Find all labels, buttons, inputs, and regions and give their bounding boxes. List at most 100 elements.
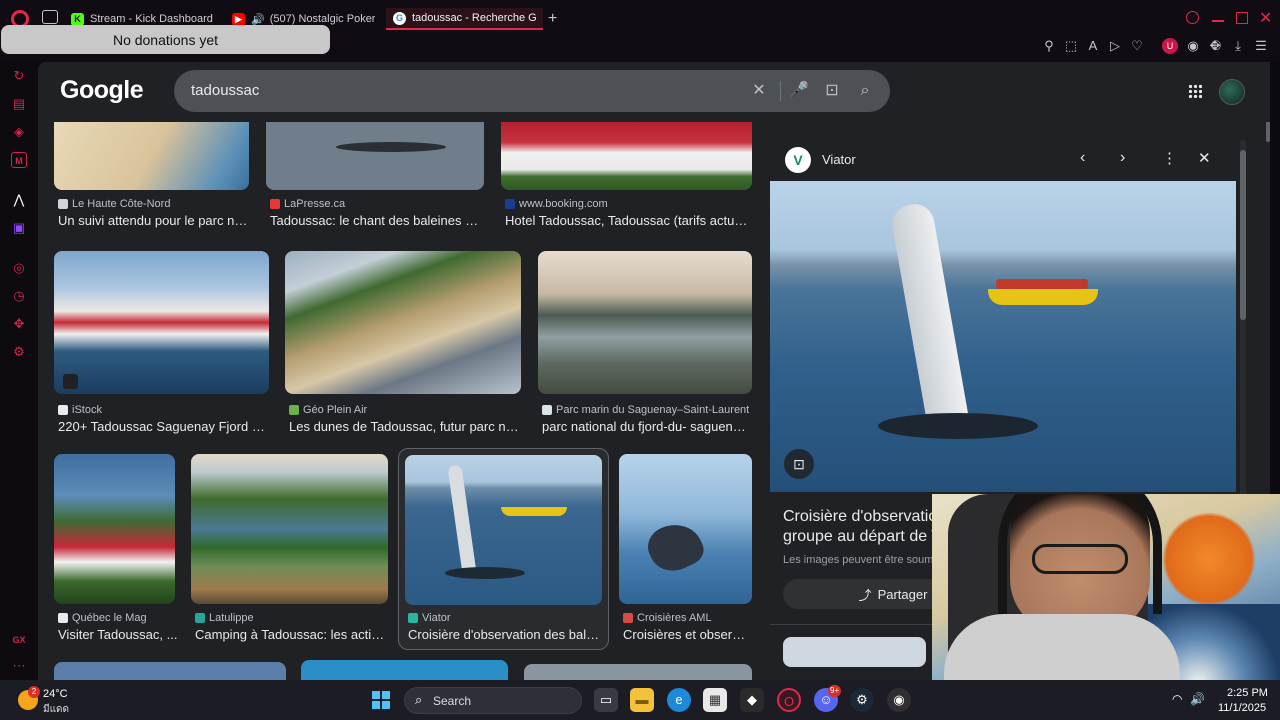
preview-image[interactable]: ⊡ (770, 181, 1236, 492)
panel-scrollbar-thumb[interactable] (1240, 150, 1246, 320)
site-icon (58, 613, 68, 623)
opera-gx-taskbar-icon[interactable]: O (777, 688, 801, 712)
result-title-2[interactable]: Hotel Tadoussac, Tadoussac (tarifs actua… (505, 213, 752, 228)
edge-icon[interactable]: e (667, 688, 691, 712)
result-image-1[interactable] (266, 122, 484, 190)
kick-icon: K (71, 12, 84, 26)
wifi-icon[interactable]: ◠ (1172, 692, 1182, 706)
tab-google-search[interactable]: G tadoussac - Recherche G (386, 8, 543, 30)
search-input[interactable]: tadoussac ✕ 🎤 ⊡ ⌕ (174, 70, 890, 112)
clear-icon[interactable]: ✕ (749, 81, 769, 101)
settings-icon[interactable]: ⚙ (11, 344, 27, 360)
related-image[interactable] (783, 637, 926, 667)
speaker-icon[interactable]: 🔊 (251, 13, 265, 26)
result-source-0[interactable]: Le Haute Côte-Nord (58, 198, 170, 210)
file-explorer-icon[interactable]: ▬ (630, 688, 654, 712)
pin-icon[interactable]: ⚲ (1041, 38, 1057, 54)
player-icon[interactable]: ◎ (11, 260, 27, 276)
result-title-5[interactable]: parc national du fjord-du- saguenay ... (542, 419, 752, 434)
new-tab-icon[interactable]: + (548, 10, 557, 28)
task-view-icon[interactable]: ▭ (594, 688, 618, 712)
ublock-icon[interactable]: U (1162, 38, 1178, 54)
result-title-3[interactable]: 220+ Tadoussac Saguenay Fjord Ca... (58, 419, 268, 434)
result-image-6[interactable] (54, 454, 175, 604)
result-source-9[interactable]: Croisières AML (623, 612, 712, 624)
search-query[interactable]: tadoussac (191, 82, 259, 99)
result-image-9[interactable] (619, 454, 752, 604)
result-image-2[interactable] (501, 122, 752, 190)
weather-condition[interactable]: มีแดด (43, 702, 69, 717)
result-source-7[interactable]: Latulippe (195, 612, 254, 624)
result-title-1[interactable]: Tadoussac: le chant des baleines | L... (270, 213, 480, 228)
result-image-7[interactable] (191, 454, 388, 604)
result-title-4[interactable]: Les dunes de Tadoussac, futur parc nati.… (289, 419, 519, 434)
close-icon[interactable]: ✕ (1198, 149, 1211, 167)
briefcase-icon[interactable]: ▤ (11, 96, 27, 112)
tab-search-icon[interactable] (42, 10, 58, 24)
start-icon[interactable] (369, 688, 393, 712)
lens-search-icon[interactable]: ⊡ (784, 449, 814, 479)
search-tabs-icon[interactable] (1186, 11, 1199, 24)
charizard-art (1154, 504, 1264, 614)
next-icon[interactable]: › (1120, 149, 1125, 167)
aria-icon[interactable]: ↻ (11, 68, 27, 84)
result-image-3[interactable] (54, 251, 269, 394)
clock-date[interactable]: 11/1/2025 (1218, 702, 1266, 714)
volume-icon[interactable]: 🔊 (1190, 692, 1205, 706)
result-image-11[interactable] (301, 660, 508, 680)
result-image-10[interactable] (54, 662, 286, 680)
play-icon[interactable]: ▷ (1107, 38, 1123, 54)
result-title-0[interactable]: Un suivi attendu pour le parc nati... (58, 213, 248, 228)
taskbar-search[interactable]: ⌕ Search (404, 687, 582, 714)
microphone-icon[interactable]: 🎤 (789, 81, 809, 101)
snapshot-icon[interactable]: ⬚ (1063, 38, 1079, 54)
result-source-5[interactable]: Parc marin du Saguenay–Saint-Laurent (542, 404, 749, 416)
viator-logo-icon[interactable]: V (785, 147, 811, 173)
gx-icon[interactable]: GX (11, 632, 27, 648)
result-source-2[interactable]: www.booking.com (505, 198, 608, 210)
menu-icon[interactable]: ☰ (1253, 38, 1269, 54)
result-title-9[interactable]: Croisières et observa... (623, 627, 750, 642)
unity-icon[interactable]: ◆ (740, 688, 764, 712)
result-source-8[interactable]: Viator (408, 612, 451, 624)
translate-icon[interactable]: A (1085, 38, 1101, 54)
result-title-6[interactable]: Visiter Tadoussac, ... (58, 627, 178, 642)
gx-mods-icon[interactable]: M (11, 152, 27, 168)
account-icon[interactable]: ⚇ (1208, 38, 1224, 54)
result-source-1[interactable]: LaPresse.ca (270, 198, 345, 210)
camera-icon[interactable]: ◉ (1185, 38, 1201, 54)
result-source-3[interactable]: iStock (58, 404, 102, 416)
more-icon[interactable]: ⋯ (11, 658, 27, 674)
result-image-5[interactable] (538, 251, 752, 394)
download-icon[interactable]: ⤓ (1230, 38, 1246, 54)
result-image-12[interactable] (524, 664, 752, 680)
result-source-6[interactable]: Québec le Mag (58, 612, 147, 624)
result-image-4[interactable] (285, 251, 521, 394)
panel-source[interactable]: Viator (822, 152, 856, 167)
result-title-8[interactable]: Croisière d'observation des balei... (408, 627, 600, 642)
previous-icon[interactable]: ‹ (1080, 149, 1085, 167)
avatar[interactable] (1219, 79, 1245, 105)
obs-icon[interactable]: ◉ (887, 688, 911, 712)
extensions-sidebar-icon[interactable]: ✥ (11, 316, 27, 332)
kick-sidebar-icon[interactable]: ⋀ (11, 192, 27, 208)
search-icon[interactable]: ⌕ (855, 81, 875, 101)
maximize-icon[interactable] (1236, 12, 1248, 24)
store-icon[interactable]: ▦ (703, 688, 727, 712)
google-logo[interactable]: Google (60, 76, 144, 105)
clock-time[interactable]: 2:25 PM (1227, 687, 1268, 699)
twitch-icon[interactable]: ▣ (11, 220, 27, 236)
more-options-icon[interactable]: ⋮ (1162, 149, 1177, 167)
result-title-7[interactable]: Camping à Tadoussac: les activit... (195, 627, 387, 642)
weather-temp[interactable]: 24°C (43, 688, 68, 700)
result-source-4[interactable]: Géo Plein Air (289, 404, 367, 416)
steam-icon[interactable]: ⚙ (850, 688, 874, 712)
lens-icon[interactable]: ⊡ (822, 81, 842, 101)
cube-icon[interactable]: ◈ (11, 124, 27, 140)
result-image-0[interactable] (54, 122, 249, 190)
apps-grid-icon[interactable] (1188, 84, 1202, 98)
heart-icon[interactable]: ♡ (1129, 38, 1145, 54)
history-icon[interactable]: ◷ (11, 288, 27, 304)
close-window-icon[interactable]: ✕ (1259, 8, 1272, 28)
minimize-icon[interactable] (1212, 20, 1224, 22)
